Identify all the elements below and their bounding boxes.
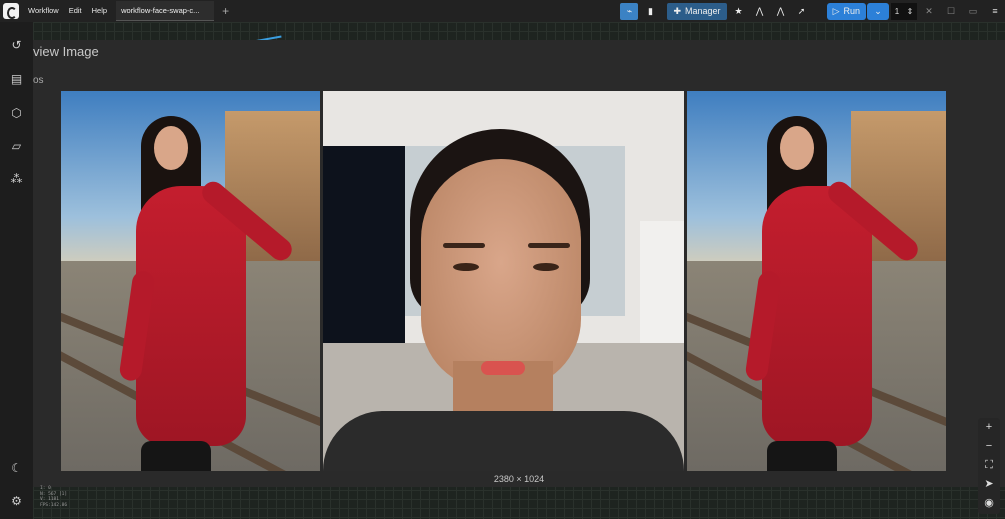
menu-help[interactable]: Help — [87, 0, 112, 22]
menu-workflow[interactable]: Workflow — [23, 0, 64, 22]
zoom-out-icon[interactable]: − — [978, 437, 1000, 455]
node-title: view Image — [33, 44, 99, 59]
dark-panel — [323, 146, 405, 356]
red-dress — [136, 186, 246, 446]
image-dimensions: 2380 × 1024 — [493, 474, 545, 484]
face — [154, 126, 188, 170]
preview-image-result[interactable] — [687, 91, 946, 471]
history-icon[interactable]: ↺ — [9, 38, 24, 53]
right-eyebrow — [528, 243, 570, 248]
menu-edit[interactable]: Edit — [64, 0, 87, 22]
run-label: Run — [843, 6, 860, 16]
bookmark-icon[interactable]: ▮ — [641, 3, 659, 20]
top-menu-bar: Workflow Edit Help workflow-face-swap-c.… — [0, 0, 1005, 22]
settings-gear-icon[interactable]: ⚙ — [9, 494, 24, 509]
preview-image-source-face[interactable] — [323, 91, 684, 471]
run-options-chevron-icon[interactable]: ⌄ — [867, 2, 889, 20]
model-icon[interactable]: ⋀ — [772, 3, 790, 20]
left-sidebar: ↺ ▤ ⬡ ▱ ⁂ ☾ ⚙ — [0, 22, 33, 519]
panel-toggle-icon[interactable]: ▭ — [963, 6, 983, 17]
close-icon[interactable]: ✕ — [919, 6, 939, 17]
manager-label: Manager — [685, 6, 721, 16]
select-mode-icon[interactable]: ➤ — [978, 475, 1000, 493]
stat-line: FPS:142.86 — [40, 502, 68, 508]
fit-view-icon[interactable]: ⛶ — [978, 456, 1000, 474]
puzzle-icon: ✚ — [673, 5, 682, 16]
broom-icon[interactable]: ⌁ — [620, 2, 639, 20]
share-arrow-icon[interactable]: ➚ — [793, 3, 811, 20]
preview-images — [61, 91, 947, 471]
black-top — [323, 411, 684, 471]
batch-count-stepper[interactable]: 1 ⇕ — [891, 2, 917, 20]
cube-icon[interactable]: ⬡ — [9, 106, 24, 121]
visibility-eye-icon[interactable]: ◉ — [978, 494, 1000, 512]
canvas-stats: I: 0 N: 567 [1] V: 1181 FPS:142.86 — [40, 486, 67, 508]
preview-image-target[interactable] — [61, 91, 320, 471]
right-eye — [533, 263, 559, 271]
folder-icon[interactable]: ▱ — [9, 139, 24, 154]
stepper-arrows-icon[interactable]: ⇕ — [907, 7, 914, 16]
comfyui-app: Workflow Edit Help workflow-face-swap-c.… — [0, 0, 1005, 519]
face — [421, 159, 581, 389]
legs — [141, 441, 211, 471]
batch-count-value: 1 — [894, 6, 900, 16]
preview-image-node[interactable]: view Image os 2380 × 1024 — [33, 40, 1005, 487]
new-tab-plus-icon[interactable]: + — [214, 1, 237, 21]
face — [780, 126, 814, 170]
maximize-icon[interactable]: ☐ — [941, 6, 961, 17]
red-dress — [762, 186, 872, 446]
queue-icon[interactable]: ▤ — [9, 72, 24, 87]
workflow-tab[interactable]: workflow-face-swap-c... — [116, 1, 215, 21]
conda-icon[interactable]: ⋀ — [751, 3, 769, 20]
canvas-toolbar: + − ⛶ ➤ ◉ — [978, 418, 1000, 514]
zoom-in-icon[interactable]: + — [978, 418, 1000, 436]
legs — [767, 441, 837, 471]
manager-button[interactable]: ✚ Manager — [667, 2, 727, 20]
play-icon: ▷ — [832, 5, 840, 16]
hamburger-menu-icon[interactable]: ≡ — [985, 6, 1005, 16]
theme-moon-icon[interactable]: ☾ — [9, 461, 24, 476]
star-icon[interactable]: ★ — [730, 3, 748, 20]
nodes-icon[interactable]: ⁂ — [9, 172, 24, 187]
lips — [481, 361, 525, 375]
left-eyebrow — [443, 243, 485, 248]
run-button[interactable]: ▷ Run — [826, 2, 866, 20]
node-output-label: os — [33, 75, 44, 86]
comfy-logo-icon[interactable] — [3, 3, 19, 19]
left-eye — [453, 263, 479, 271]
